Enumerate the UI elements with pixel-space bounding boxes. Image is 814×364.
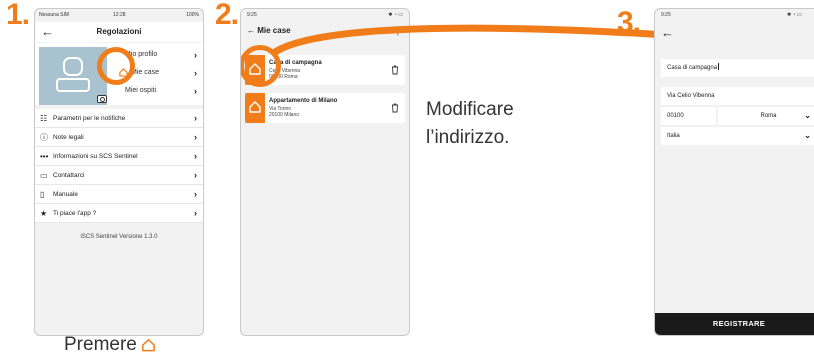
chevron-right-icon: › <box>194 113 197 123</box>
star-icon: ★ <box>40 209 48 218</box>
sliders-icon: ☷ <box>40 114 48 123</box>
chevron-down-icon: ⌄ <box>804 131 811 140</box>
status-battery: 100% <box>186 12 199 18</box>
city-value: Roma <box>760 113 777 119</box>
caption-edit: Modificare l’indirizzo. <box>426 96 514 152</box>
menu-item-notifications[interactable]: ☷ Parametri per le notifiche › <box>35 109 203 128</box>
step-number-1: 1. <box>6 0 30 31</box>
menu-item-label: Informazioni su SCS Sentinel <box>53 153 138 160</box>
menu-item-manual[interactable]: ▯ Manuale › <box>35 185 203 204</box>
back-arrow-icon[interactable]: ← <box>661 25 674 40</box>
text-cursor <box>717 63 719 70</box>
trash-icon[interactable] <box>391 65 399 75</box>
status-icons: ✱ ◔ ▭ <box>388 12 403 18</box>
profile-item-label: Mie case <box>131 69 160 76</box>
menu-item-contact[interactable]: ▭ Contattarci › <box>35 166 203 185</box>
status-time: 9:25 <box>247 12 257 18</box>
status-time: 12:28 <box>113 12 126 18</box>
chat-icon: ▭ <box>40 171 48 180</box>
menu-item-label: Contattarci <box>53 172 85 179</box>
status-time: 9:25 <box>661 12 671 18</box>
chevron-right-icon: › <box>194 151 197 161</box>
house-name: Appartamento di Milano <box>269 98 338 104</box>
step-number-3: 3. <box>617 6 641 39</box>
city-select[interactable]: Roma ⌄ <box>718 107 814 125</box>
phone-screen-settings: Nessuna SIM 12:28 100% ← Regolazioni Mio… <box>34 8 204 336</box>
more-icon: ••• <box>40 152 49 161</box>
menu-item-label: Manuale <box>53 191 78 198</box>
page-title-text: Mie case <box>257 26 291 35</box>
status-bar: 9:25 ✱ ◔ ▭ <box>655 9 814 21</box>
chevron-right-icon: › <box>194 170 197 180</box>
profile-item-label: Miei ospiti <box>125 87 157 94</box>
settings-header: ← Regolazioni <box>35 22 203 42</box>
country-select[interactable]: Italia ⌄ <box>661 127 814 145</box>
caption-press-text: Premere <box>64 334 137 355</box>
save-button[interactable]: REGISTRARE <box>655 313 814 335</box>
profile-item-my-guests[interactable]: Miei ospiti › <box>115 83 197 99</box>
chevron-right-icon: › <box>194 68 197 78</box>
menu-item-rate[interactable]: ★ Ti piace l'app ? › <box>35 204 203 223</box>
house-tile <box>245 93 265 123</box>
highlight-ring-house <box>241 45 281 87</box>
street-field[interactable]: Via Celio Vibenna <box>661 87 814 105</box>
menu-item-about[interactable]: ••• Informazioni su SCS Sentinel › <box>35 147 203 166</box>
avatar-body-icon <box>56 78 90 92</box>
trash-icon[interactable] <box>391 103 399 113</box>
zip-field[interactable]: 00100 <box>661 107 716 125</box>
highlight-ring-my-houses <box>97 47 135 85</box>
menu-item-label: Note legali <box>53 134 84 141</box>
house-address-line: 20100 Milano <box>269 112 300 118</box>
zip-value: 00100 <box>667 113 684 119</box>
chevron-right-icon: › <box>194 50 197 60</box>
country-value: Italia <box>667 133 680 139</box>
menu-item-label: Parametri per le notifiche <box>53 115 126 122</box>
info-icon: ⓘ <box>40 133 48 142</box>
menu-item-label: Ti piace l'app ? <box>53 210 97 217</box>
phone-screen-my-houses: 9:25 ✱ ◔ ▭ ← Mie case + Casa di campagna… <box>240 8 410 336</box>
phone-screen-edit-house: 9:25 ✱ ◔ ▭ ← Casa di campagna Via Celio … <box>654 8 814 336</box>
caption-line: l’indirizzo. <box>426 127 510 148</box>
caption-line: Modificare <box>426 99 514 120</box>
avatar-head-icon <box>63 57 83 76</box>
my-houses-header: ← Mie case + <box>241 22 409 42</box>
house-name-field[interactable]: Casa di campagna <box>661 59 814 77</box>
settings-menu: ☷ Parametri per le notifiche › ⓘ Note le… <box>35 109 203 223</box>
status-bar: 9:25 ✱ ◔ ▭ <box>241 9 409 21</box>
house-name-value: Casa di campagna <box>667 65 718 71</box>
page-title: ← Mie case <box>247 26 291 35</box>
status-bar: Nessuna SIM 12:28 100% <box>35 9 203 21</box>
app-version: iSCS Sentinel Versione 1.3.0 <box>80 234 158 240</box>
street-value: Via Celio Vibenna <box>667 93 715 99</box>
add-house-button[interactable]: + <box>392 22 403 40</box>
status-carrier: Nessuna SIM <box>39 12 70 18</box>
chevron-right-icon: › <box>194 208 197 218</box>
home-icon <box>141 339 155 352</box>
document-icon: ▯ <box>40 190 45 199</box>
chevron-right-icon: › <box>194 86 197 96</box>
caption-press: Premere <box>64 334 156 356</box>
step-number-2: 2. <box>215 0 239 31</box>
camera-icon[interactable] <box>97 95 107 103</box>
chevron-right-icon: › <box>194 189 197 199</box>
status-icons: ✱ ◔ ▭ <box>787 12 802 18</box>
chevron-right-icon: › <box>194 132 197 142</box>
chevron-down-icon: ⌄ <box>804 111 811 120</box>
house-card[interactable]: Appartamento di Milano Via Torino 20100 … <box>245 93 405 123</box>
home-icon <box>249 101 261 113</box>
page-title: Regolazioni <box>96 27 142 36</box>
menu-item-legal[interactable]: ⓘ Note legali › <box>35 128 203 147</box>
